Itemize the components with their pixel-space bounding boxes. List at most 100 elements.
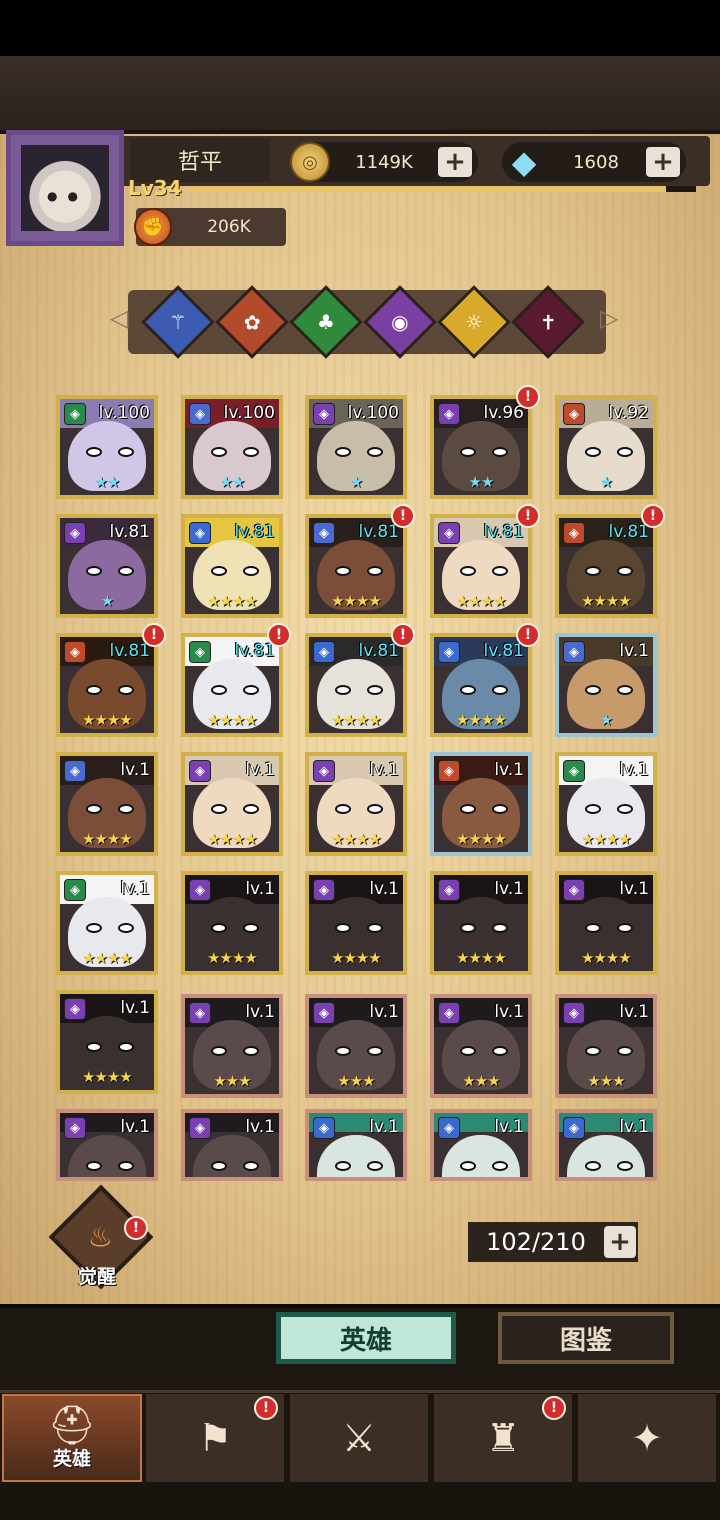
hero-card[interactable]: ◈ lv.1 ★★★ xyxy=(430,994,532,1098)
tab-codex[interactable]: 图鉴 xyxy=(498,1312,674,1364)
nav-guild-handshake[interactable]: ✦ xyxy=(578,1394,718,1482)
hero-stars: ★★ xyxy=(219,473,246,491)
hero-card[interactable]: ◈ lv.1 ★★★★ xyxy=(430,752,532,856)
hero-alert-badge: ! xyxy=(142,623,166,647)
assassin-class-icon: ◈ xyxy=(64,1117,86,1139)
rogue-class-icon: ◈ xyxy=(563,879,585,901)
xp-bar xyxy=(188,186,696,192)
hero-card[interactable]: ◈ lv.81 ★★★★ xyxy=(56,633,158,737)
hero-card[interactable]: ◈ lv.1 ★★★★ xyxy=(305,871,407,975)
hero-level: lv.1 xyxy=(619,760,649,780)
power-value: 206K xyxy=(207,217,251,237)
rogue-class-icon: ◈ xyxy=(189,879,211,901)
hero-card[interactable]: ◈ lv.1 xyxy=(430,1109,532,1181)
hero-stars: ★★★★ xyxy=(456,830,507,848)
hero-card[interactable]: ◈ lv.1 ★★★ xyxy=(305,994,407,1098)
hero-card[interactable]: ◈ lv.81 ★★★★ xyxy=(181,633,283,737)
hero-card[interactable]: ◈ lv.81 ★★★★ xyxy=(430,633,532,737)
hero-card[interactable]: ◈ lv.1 ★★★ xyxy=(555,994,657,1098)
hero-eye xyxy=(211,1046,227,1056)
hero-eye xyxy=(211,1161,227,1171)
hero-card[interactable]: ◈ lv.81 ★ xyxy=(56,514,158,618)
hero-level: lv.1 xyxy=(245,1117,275,1137)
tank-class-icon: ◈ xyxy=(64,403,86,425)
hero-card[interactable]: ◈ lv.1 ★★★★ xyxy=(56,752,158,856)
hero-card[interactable]: ◈ lv.1 xyxy=(555,1109,657,1181)
rose-emblem-icon: ✿ xyxy=(243,309,261,334)
hero-eye xyxy=(211,923,227,933)
hero-stars: ★★★★ xyxy=(207,592,258,610)
hero-card[interactable]: ◈ lv.1 ★★★★ xyxy=(181,871,283,975)
hero-eye xyxy=(335,685,351,695)
awaken-label: 觉醒 xyxy=(78,1266,117,1288)
hero-level: lv.1 xyxy=(619,1002,649,1022)
mage-class-icon: ◈ xyxy=(189,403,211,425)
crossed-swords-icon: ⚔ xyxy=(341,1416,377,1460)
hero-card[interactable]: ◈ lv.92 ★ xyxy=(555,395,657,499)
hero-level: lv.100 xyxy=(347,403,399,423)
hero-eye xyxy=(585,923,601,933)
hero-eye xyxy=(243,1161,259,1171)
hero-eye xyxy=(460,447,476,457)
expand-roster-button[interactable]: + xyxy=(604,1226,636,1258)
filter-right-arrow-icon[interactable]: ▷ xyxy=(600,304,618,332)
hero-card[interactable]: ◈ lv.1 xyxy=(305,1109,407,1181)
tab-heroes[interactable]: 英雄 xyxy=(276,1312,456,1364)
hero-card[interactable]: ◈ lv.81 ★★★★ xyxy=(181,514,283,618)
hero-level: lv.1 xyxy=(245,1002,275,1022)
hero-card[interactable]: ◈ lv.100 ★ xyxy=(305,395,407,499)
hero-card[interactable]: ◈ lv.81 ★★★★ xyxy=(430,514,532,618)
hero-level: lv.1 xyxy=(245,760,275,780)
hero-eye xyxy=(492,685,508,695)
hero-card[interactable]: ◈ lv.81 ★★★★ xyxy=(305,514,407,618)
gunner-class-icon: ◈ xyxy=(563,522,585,544)
hero-stars: ★★★★ xyxy=(456,592,507,610)
hero-eye xyxy=(243,447,259,457)
hero-portrait xyxy=(442,1135,520,1177)
hero-card[interactable]: ◈ lv.1 xyxy=(181,1109,283,1181)
hero-stars: ★★★★ xyxy=(331,592,382,610)
hero-card[interactable]: ◈ lv.1 ★★★★ xyxy=(555,871,657,975)
hero-card[interactable]: ◈ lv.1 ★★★★ xyxy=(181,752,283,856)
hero-card[interactable]: ◈ lv.1 ★★★★ xyxy=(555,752,657,856)
flame-icon: ♨ xyxy=(88,1220,114,1254)
hero-card[interactable]: ◈ lv.1 ★ xyxy=(555,633,657,737)
hero-eye xyxy=(460,566,476,576)
xp-fill xyxy=(188,186,666,192)
hero-level: lv.81 xyxy=(234,522,276,542)
hero-card[interactable]: ◈ lv.1 ★★★★ xyxy=(56,871,158,975)
player-avatar[interactable]: ●● xyxy=(6,130,124,246)
hero-stars: ★★★★ xyxy=(82,1068,133,1086)
filter-left-arrow-icon[interactable]: ◁ xyxy=(110,304,128,332)
add-gold-button[interactable]: + xyxy=(438,147,472,177)
hero-card[interactable]: ◈ lv.1 ★★★★ xyxy=(430,871,532,975)
hero-alert-badge: ! xyxy=(267,623,291,647)
hero-card[interactable]: ◈ lv.1 ★★★★ xyxy=(305,752,407,856)
mage-class-icon: ◈ xyxy=(64,760,86,782)
hero-card[interactable]: ◈ lv.81 ★★★★ xyxy=(555,514,657,618)
hero-eye xyxy=(211,447,227,457)
hero-card[interactable]: ◈ lv.100 ★★ xyxy=(56,395,158,499)
sun-emblem-icon: ☼ xyxy=(465,310,483,334)
hero-level: lv.81 xyxy=(483,522,525,542)
hero-card[interactable]: ◈ lv.1 ★★★ xyxy=(181,994,283,1098)
hero-eye xyxy=(367,566,383,576)
assassin-class-icon: ◈ xyxy=(189,1002,211,1024)
rogue-class-icon: ◈ xyxy=(313,879,335,901)
hero-eye xyxy=(367,685,383,695)
hero-card[interactable]: ◈ lv.1 xyxy=(56,1109,158,1181)
top-frame xyxy=(0,56,720,134)
hero-eye xyxy=(460,804,476,814)
add-gems-button[interactable]: + xyxy=(646,147,680,177)
roster-capacity: 102/210 + xyxy=(468,1222,638,1262)
hero-card[interactable]: ◈ lv.100 ★★ xyxy=(181,395,283,499)
rogue-class-icon: ◈ xyxy=(64,998,86,1020)
hero-stars: ★★★★ xyxy=(581,949,632,967)
mage-class-icon: ◈ xyxy=(563,641,585,663)
hero-card[interactable]: ◈ lv.81 ★★★★ xyxy=(305,633,407,737)
nav-crossed-swords[interactable]: ⚔ xyxy=(290,1394,430,1482)
hero-card[interactable]: ◈ lv.1 ★★★★ xyxy=(56,990,158,1094)
nav-knight-helmet[interactable]: ⛑ 英雄 xyxy=(2,1394,142,1482)
hero-eye xyxy=(367,923,383,933)
hero-card[interactable]: ◈ lv.96 ★★ xyxy=(430,395,532,499)
